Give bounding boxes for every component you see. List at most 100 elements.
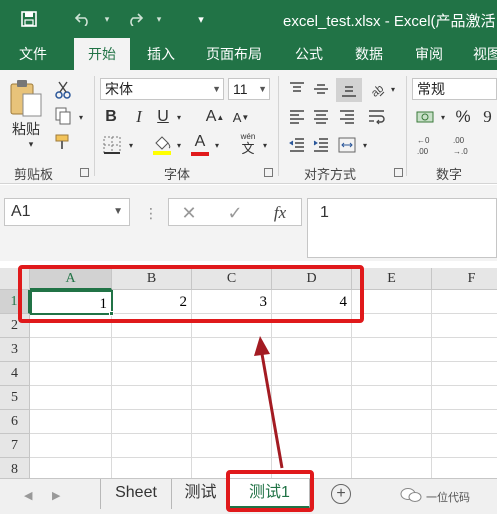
italic-button[interactable]: I xyxy=(128,106,150,128)
paste-button[interactable]: 粘贴 xyxy=(4,120,48,138)
phonetic-dropdown-icon[interactable]: ▾ xyxy=(260,138,270,152)
increase-indent-icon[interactable] xyxy=(310,134,332,156)
group-divider xyxy=(406,76,407,176)
arrow-head xyxy=(254,336,270,356)
wechat-icon xyxy=(400,487,422,506)
grow-font-letter: A xyxy=(205,108,217,125)
undo-icon[interactable] xyxy=(72,8,94,30)
sheet-tab-ceshi[interactable]: 测试 xyxy=(172,479,230,509)
copy-icon[interactable] xyxy=(52,106,74,126)
sheet-tab-sheet[interactable]: Sheet xyxy=(100,479,172,509)
tab-view[interactable]: 视图 xyxy=(462,38,497,70)
decrease-decimal-icon[interactable]: .00 →.0 xyxy=(450,132,480,158)
tab-home[interactable]: 开始 xyxy=(74,38,130,70)
name-box[interactable]: A1 ▼ xyxy=(4,198,130,226)
formula-bar: A1 ▼ ⋮ ✕ ✓ fx 1 xyxy=(0,185,497,261)
group-divider xyxy=(94,76,95,176)
underline-button[interactable]: U xyxy=(152,106,174,128)
next-sheet-icon[interactable]: ▶ xyxy=(52,489,60,502)
align-bottom-icon[interactable] xyxy=(336,78,362,102)
svg-text:→.0: →.0 xyxy=(453,147,468,156)
font-color-button[interactable]: A xyxy=(188,132,212,158)
font-size-value: 11 xyxy=(233,81,248,97)
save-icon[interactable] xyxy=(18,8,40,30)
phonetic-guide-pinyin: wén xyxy=(240,132,256,141)
enter-icon[interactable]: ✓ xyxy=(223,201,247,225)
tab-data[interactable]: 数据 xyxy=(344,38,394,70)
add-sheet-button[interactable]: + xyxy=(331,484,351,504)
align-top-icon[interactable] xyxy=(286,78,308,100)
redo-dropdown-icon[interactable]: ▾ xyxy=(148,8,170,30)
font-launcher-icon[interactable] xyxy=(264,168,273,177)
comma-style-button[interactable]: 9 xyxy=(478,106,497,128)
font-color-dropdown-icon[interactable]: ▾ xyxy=(212,138,222,152)
increase-decimal-icon[interactable]: ←0.00 xyxy=(414,132,444,158)
shrink-font-letter: A xyxy=(232,109,242,125)
svg-text:.00: .00 xyxy=(453,136,465,145)
orientation-dropdown-icon[interactable]: ▾ xyxy=(388,82,398,96)
prev-sheet-icon[interactable]: ◀ xyxy=(24,489,32,502)
shrink-font-icon: ▼ xyxy=(241,112,250,122)
formula-input[interactable]: 1 xyxy=(307,198,497,258)
fill-color-dropdown-icon[interactable]: ▾ xyxy=(174,138,184,152)
insert-function-icon[interactable]: fx xyxy=(267,201,293,225)
annotation-arrow xyxy=(254,336,284,469)
alignment-launcher-icon[interactable] xyxy=(394,168,403,177)
font-name-select[interactable]: 宋体 ▼ xyxy=(100,78,224,100)
watermark: 一位代码 xyxy=(400,487,470,506)
clipboard-group-label: 剪贴板 xyxy=(14,167,54,182)
borders-icon[interactable] xyxy=(100,134,124,156)
merge-center-icon[interactable] xyxy=(336,134,358,156)
sheet-tab-ceshi1[interactable]: 测试1 xyxy=(230,479,310,509)
tab-formulas[interactable]: 公式 xyxy=(284,38,334,70)
redo-icon[interactable] xyxy=(124,8,146,30)
number-format-value: 常规 xyxy=(417,81,445,97)
font-size-select[interactable]: 11 ▼ xyxy=(228,78,270,100)
window-title: excel_test.xlsx - Excel(产品激活 xyxy=(283,13,496,30)
font-color-swatch xyxy=(191,152,209,156)
splitter-handle-icon[interactable]: ⋮ xyxy=(144,203,158,223)
borders-dropdown-icon[interactable]: ▾ xyxy=(126,138,136,152)
bold-button[interactable]: B xyxy=(100,106,122,128)
accounting-dropdown-icon[interactable]: ▾ xyxy=(438,110,448,124)
decrease-indent-icon[interactable] xyxy=(286,134,308,156)
ribbon-home: 粘贴 ▾ ▾ 剪贴板 宋体 ▼ 11 ▼ B I U ▾ A ▲ A ▼ ▾ ▾ A… xyxy=(0,70,497,184)
underline-dropdown-icon[interactable]: ▾ xyxy=(174,110,184,124)
align-middle-icon[interactable] xyxy=(310,78,332,100)
svg-text:.00: .00 xyxy=(417,147,429,156)
tab-page-layout[interactable]: 页面布局 xyxy=(194,38,274,70)
fill-color-icon[interactable] xyxy=(150,132,174,158)
grow-font-button[interactable]: A ▲ xyxy=(204,106,226,128)
tab-file[interactable]: 文件 xyxy=(8,38,58,70)
merge-dropdown-icon[interactable]: ▾ xyxy=(360,138,370,152)
accounting-format-icon[interactable] xyxy=(414,106,438,128)
svg-text:ab: ab xyxy=(369,83,386,98)
customize-qat-icon[interactable]: ▾ xyxy=(190,8,212,30)
cancel-icon[interactable]: ✕ xyxy=(177,201,201,225)
shrink-font-button[interactable]: A ▼ xyxy=(230,106,252,128)
clipboard-launcher-icon[interactable] xyxy=(80,168,89,177)
paste-dropdown-icon[interactable]: ▾ xyxy=(24,138,38,150)
sheet-tabs-bar: ◀ ▶ Sheet 测试 测试1 + 一位代码 xyxy=(0,470,497,514)
chevron-down-icon: ▼ xyxy=(258,84,267,94)
title-bar: ▾ ▾ ▾ excel_test.xlsx - Excel(产品激活 xyxy=(0,0,497,38)
align-center-icon[interactable] xyxy=(310,106,332,128)
number-format-select[interactable]: 常规 xyxy=(412,78,497,100)
chevron-down-icon: ▼ xyxy=(113,206,123,217)
phonetic-guide-button[interactable]: wén 文 xyxy=(236,130,260,158)
arrow-line xyxy=(260,353,284,469)
copy-dropdown-icon[interactable]: ▾ xyxy=(76,110,86,124)
paste-icon[interactable] xyxy=(8,78,44,118)
cut-icon[interactable] xyxy=(52,80,74,100)
orientation-icon[interactable]: ab xyxy=(366,78,388,100)
group-divider xyxy=(278,76,279,176)
undo-dropdown-icon[interactable]: ▾ xyxy=(96,8,118,30)
grow-font-icon: ▲ xyxy=(216,112,225,122)
percent-style-button[interactable]: % xyxy=(452,106,474,128)
tab-review[interactable]: 审阅 xyxy=(404,38,454,70)
align-left-icon[interactable] xyxy=(286,106,308,128)
tab-insert[interactable]: 插入 xyxy=(136,38,186,70)
wrap-text-icon[interactable] xyxy=(366,106,388,128)
align-right-icon[interactable] xyxy=(336,106,358,128)
format-painter-icon[interactable] xyxy=(52,132,74,152)
